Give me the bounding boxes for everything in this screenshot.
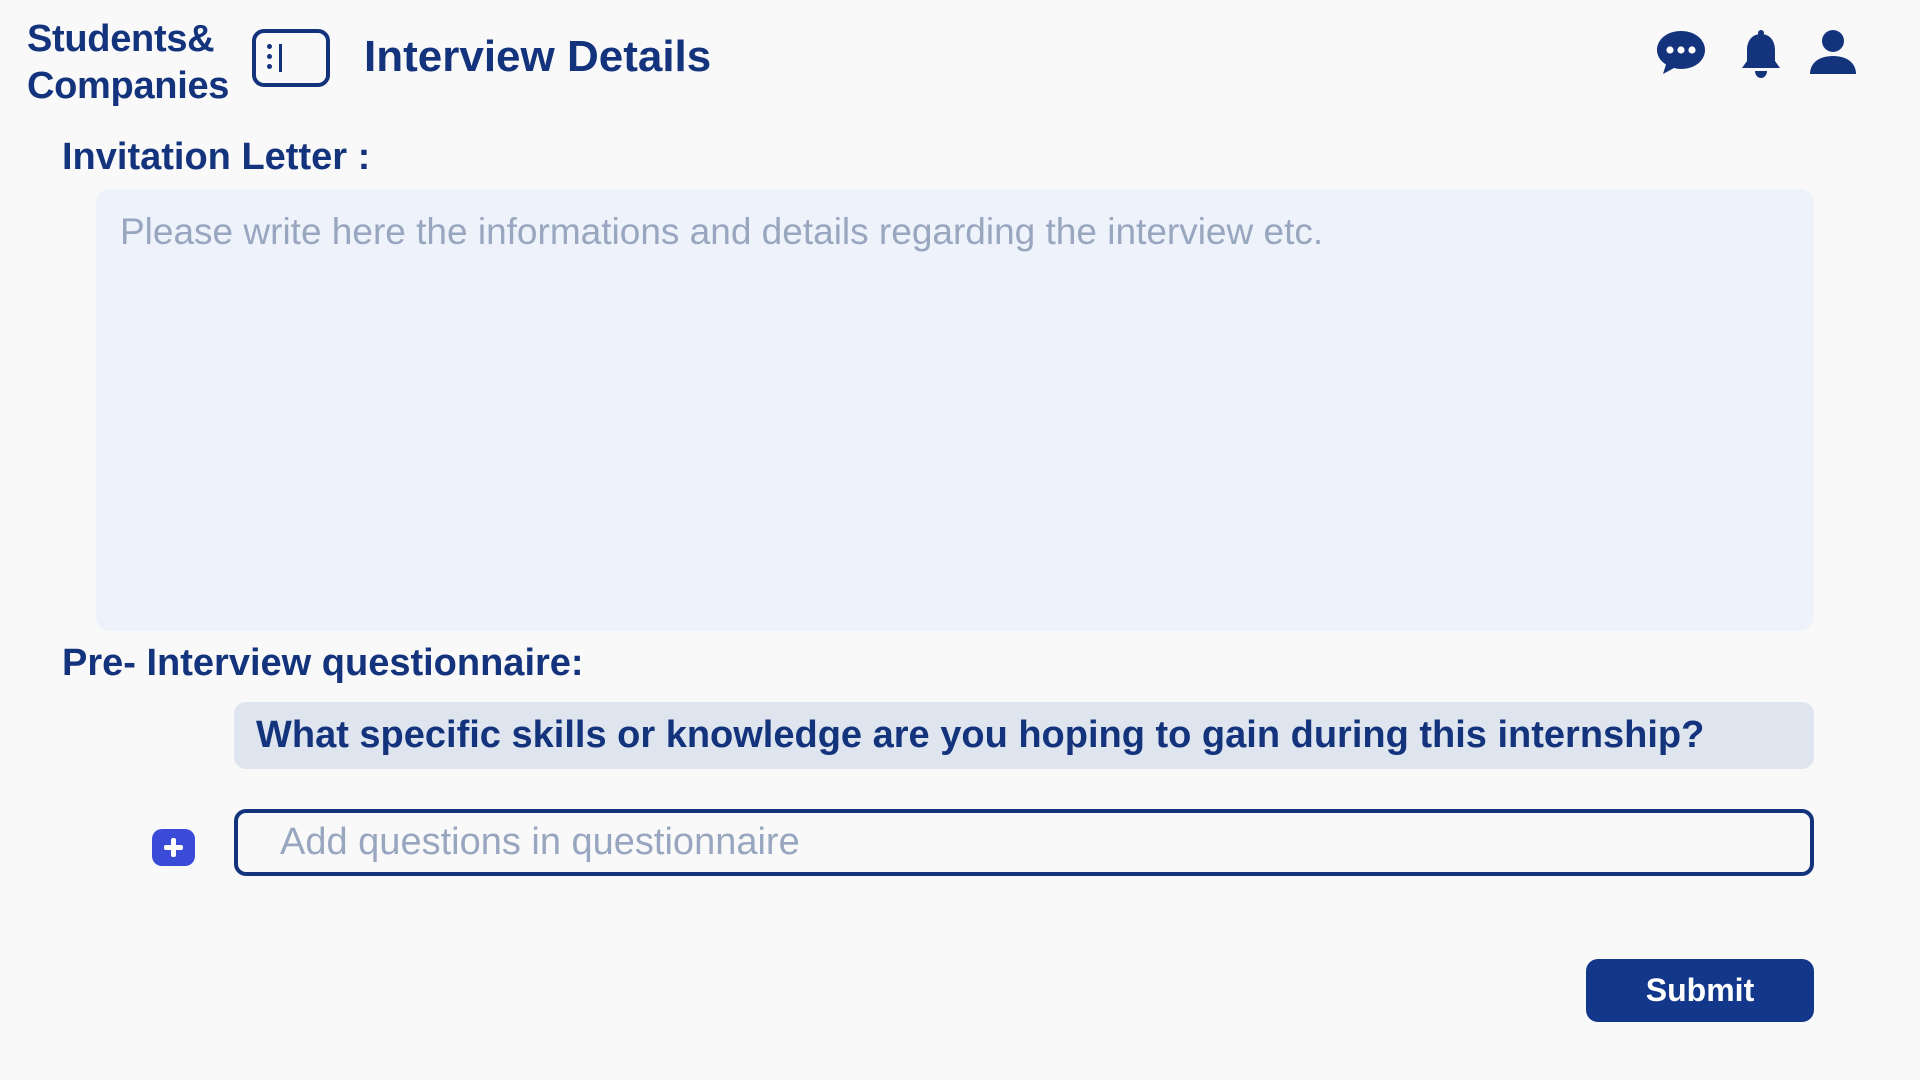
submit-button[interactable]: Submit bbox=[1586, 959, 1814, 1022]
chat-icon[interactable] bbox=[1655, 28, 1707, 76]
brand-line-1: Students& bbox=[27, 18, 215, 60]
add-question-button[interactable] bbox=[152, 829, 195, 866]
brand-logo: Students& Companies bbox=[27, 16, 247, 110]
user-icon[interactable] bbox=[1808, 28, 1858, 76]
sidebar-toggle-button[interactable] bbox=[252, 29, 330, 87]
bell-icon[interactable] bbox=[1740, 28, 1782, 80]
page-title: Interview Details bbox=[364, 32, 712, 81]
brand-line-2: Companies bbox=[27, 65, 230, 107]
invitation-letter-label: Invitation Letter : bbox=[62, 136, 371, 178]
invitation-letter-field[interactable] bbox=[96, 189, 1814, 631]
sidebar-toggle-icon bbox=[267, 44, 272, 69]
questionnaire-item[interactable]: What specific skills or knowledge are yo… bbox=[234, 702, 1814, 769]
questionnaire-label: Pre- Interview questionnaire: bbox=[62, 642, 584, 684]
add-question-input[interactable] bbox=[234, 809, 1814, 876]
